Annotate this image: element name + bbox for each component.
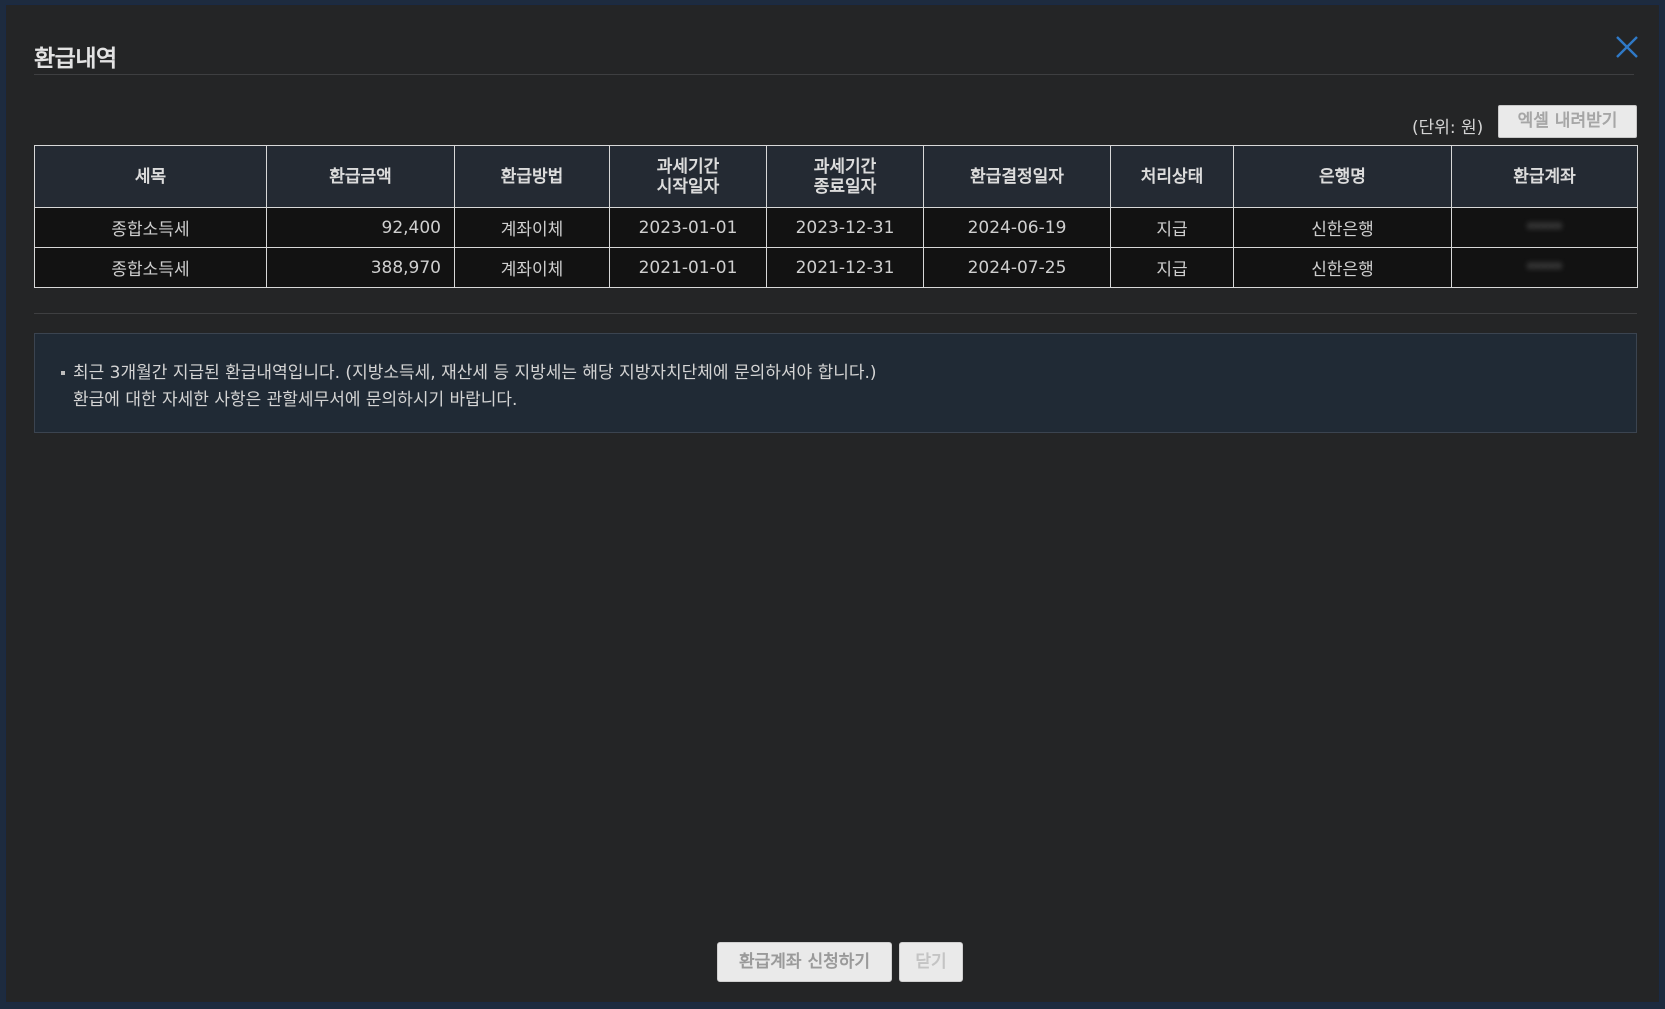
masked-account-text: *****: [1527, 220, 1562, 237]
header-decision-date: 환급결정일자: [923, 145, 1111, 208]
cell-period-start: 2021-01-01: [609, 247, 767, 288]
cell-tax-item: 종합소득세: [34, 247, 267, 288]
notice-box: 최근 3개월간 지급된 환급내역입니다. (지방소득세, 재산세 등 지방세는 …: [34, 333, 1637, 433]
cell-decision-date: 2024-06-19: [923, 207, 1111, 248]
unit-label: (단위: 원): [1412, 118, 1484, 138]
section-divider: [34, 313, 1637, 314]
masked-account-text: *****: [1527, 260, 1562, 277]
excel-download-button[interactable]: 엑셀 내려받기: [1498, 105, 1637, 138]
title-divider: [34, 74, 1634, 75]
apply-refund-account-button[interactable]: 환급계좌 신청하기: [717, 942, 892, 982]
header-status: 처리상태: [1110, 145, 1234, 208]
refund-history-dialog: 환급내역 (단위: 원) 엑셀 내려받기 세목 환급금액 환급방법 과세기간 시: [5, 4, 1660, 1003]
table-row: 종합소득세 388,970 계좌이체 2021-01-01 2021-12-31…: [34, 247, 1638, 288]
cell-refund-amount: 92,400: [266, 207, 455, 248]
header-period-start: 과세기간 시작일자: [609, 145, 767, 208]
notice-line-1: 최근 3개월간 지급된 환급내역입니다. (지방소득세, 재산세 등 지방세는 …: [73, 363, 877, 383]
dialog-title: 환급내역: [34, 46, 117, 72]
cell-status: 지급: [1110, 247, 1234, 288]
cell-decision-date: 2024-07-25: [923, 247, 1111, 288]
header-refund-method: 환급방법: [454, 145, 610, 208]
header-period-end: 과세기간 종료일자: [766, 145, 924, 208]
table-header-row: 세목 환급금액 환급방법 과세기간 시작일자 과세기간 종료일자 환급결정일자 …: [34, 145, 1638, 208]
cell-tax-item: 종합소득세: [34, 207, 267, 248]
refund-table: 세목 환급금액 환급방법 과세기간 시작일자 과세기간 종료일자 환급결정일자 …: [34, 145, 1638, 288]
cell-bank-name: 신한은행: [1233, 247, 1452, 288]
close-button[interactable]: 닫기: [899, 942, 963, 982]
cell-refund-method: 계좌이체: [454, 247, 610, 288]
close-icon[interactable]: [1612, 32, 1642, 62]
header-bank-name: 은행명: [1233, 145, 1452, 208]
header-tax-item: 세목: [34, 145, 267, 208]
cell-period-end: 2021-12-31: [766, 247, 924, 288]
header-refund-amount: 환급금액: [266, 145, 455, 208]
table-row: 종합소득세 92,400 계좌이체 2023-01-01 2023-12-31 …: [34, 207, 1638, 248]
cell-refund-account: *****: [1451, 247, 1638, 288]
cell-status: 지급: [1110, 207, 1234, 248]
bullet-icon: [61, 371, 65, 375]
cell-refund-account: *****: [1451, 207, 1638, 248]
header-refund-account: 환급계좌: [1451, 145, 1638, 208]
cell-refund-amount: 388,970: [266, 247, 455, 288]
cell-period-end: 2023-12-31: [766, 207, 924, 248]
cell-refund-method: 계좌이체: [454, 207, 610, 248]
cell-bank-name: 신한은행: [1233, 207, 1452, 248]
cell-period-start: 2023-01-01: [609, 207, 767, 248]
notice-line-2: 환급에 대한 자세한 사항은 관할세무서에 문의하시기 바랍니다.: [73, 390, 518, 410]
